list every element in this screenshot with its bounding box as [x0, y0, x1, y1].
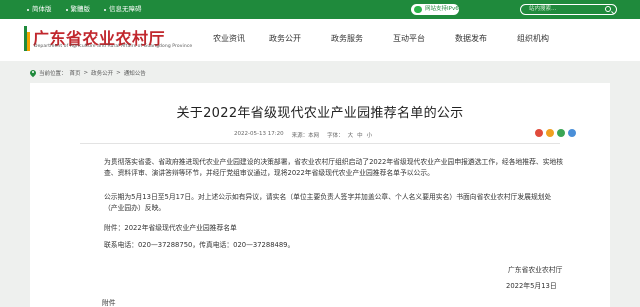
traditional-link[interactable]: 繁體版 — [65, 5, 90, 14]
font-size-label: 字体： — [327, 133, 344, 139]
bullet-icon — [27, 8, 29, 11]
simplified-link[interactable]: 简体版 — [27, 5, 52, 14]
share-bar — [535, 129, 576, 137]
article-meta: 2022-05-13 17:20 来源：本网 字体： 大 中 小 — [234, 131, 372, 139]
site-header: 广东省农业农村厅 Department of Agriculture and R… — [0, 19, 640, 61]
top-links: 简体版 繁體版 信息无障碍 — [27, 5, 142, 14]
search-input[interactable]: 站内搜索… — [520, 4, 617, 15]
weibo-share-icon[interactable] — [535, 129, 543, 137]
article-title: 关于2022年省级现代农业产业园推荐名单的公示 — [176, 106, 464, 121]
publish-date: 2022-05-13 17:20 — [234, 131, 284, 137]
bullet-icon — [65, 8, 68, 11]
location-icon — [30, 70, 36, 77]
breadcrumb-separator: > — [83, 70, 89, 76]
ipv6-label: 网站支持IPv6 — [425, 6, 459, 12]
logo-mark — [24, 26, 30, 51]
nav-interaction[interactable]: 互动平台 — [378, 33, 440, 44]
nav-gov-services[interactable]: 政务服务 — [316, 33, 378, 44]
wechat-share-icon[interactable] — [557, 129, 565, 137]
breadcrumb-home[interactable]: 首页 — [70, 69, 81, 77]
paragraph: 为贯彻落实省委、省政府推进现代农业产业园建设的决策部署，省农业农村厅组织启动了2… — [104, 158, 564, 177]
accessibility-link[interactable]: 信息无障碍 — [104, 5, 142, 14]
nav-gov-affairs[interactable]: 政务公开 — [254, 33, 316, 44]
article-card: 关于2022年省级现代农业产业园推荐名单的公示 2022-05-13 17:20… — [30, 83, 610, 307]
source-value: 本网 — [308, 133, 320, 139]
font-size-switch: 字体： 大 中 小 — [327, 131, 372, 139]
ipv6-badge[interactable]: 网站支持IPv6 — [411, 4, 459, 15]
search-placeholder: 站内搜索… — [529, 6, 557, 12]
nav-agri-news[interactable]: 农业资讯 — [204, 33, 254, 44]
nav-organization[interactable]: 组织机构 — [502, 33, 564, 44]
sign-date: 2022年5月13日 — [506, 282, 557, 290]
source: 来源：本网 — [292, 131, 320, 139]
source-label: 来源： — [291, 133, 309, 139]
attachment-heading: 附件 — [102, 299, 116, 307]
attachment-line[interactable]: 附件：2022年省级现代农业产业园推荐名单 — [104, 223, 564, 234]
font-size-large[interactable]: 大 — [348, 131, 354, 139]
top-bar: 简体版 繁體版 信息无障碍 网站支持IPv6 站内搜索… — [0, 0, 640, 19]
qq-share-icon[interactable] — [568, 129, 576, 137]
breadcrumb-gov-affairs[interactable]: 政务公开 — [91, 69, 113, 77]
site-subtitle: Department of Agriculture and Rural Affa… — [34, 44, 193, 49]
breadcrumb: 当前位置： 首页 > 政务公开 > 通知公告 — [30, 68, 146, 78]
contact-line: 联系电话：020—37288750，传真电话：020—37288489。 — [104, 241, 295, 249]
breadcrumb-prefix: 当前位置： — [39, 71, 67, 77]
qzone-share-icon[interactable] — [546, 129, 554, 137]
divider — [80, 143, 560, 144]
font-size-medium[interactable]: 中 — [357, 131, 363, 139]
wechat-icon — [414, 6, 422, 13]
search-icon[interactable] — [605, 6, 611, 12]
main-nav: 农业资讯 政务公开 政务服务 互动平台 数据发布 组织机构 — [204, 33, 564, 44]
paragraph: 公示期为5月13日至5月17日。对上述公示如有异议，请实名（单位主要负责人签字并… — [104, 193, 552, 212]
nav-data-release[interactable]: 数据发布 — [440, 33, 502, 44]
bullet-icon — [104, 8, 106, 11]
breadcrumb-separator: > — [116, 70, 121, 76]
signature: 广东省农业农村厅 — [508, 266, 563, 274]
font-size-small[interactable]: 小 — [367, 131, 373, 139]
breadcrumb-notices[interactable]: 通知公告 — [124, 69, 146, 77]
